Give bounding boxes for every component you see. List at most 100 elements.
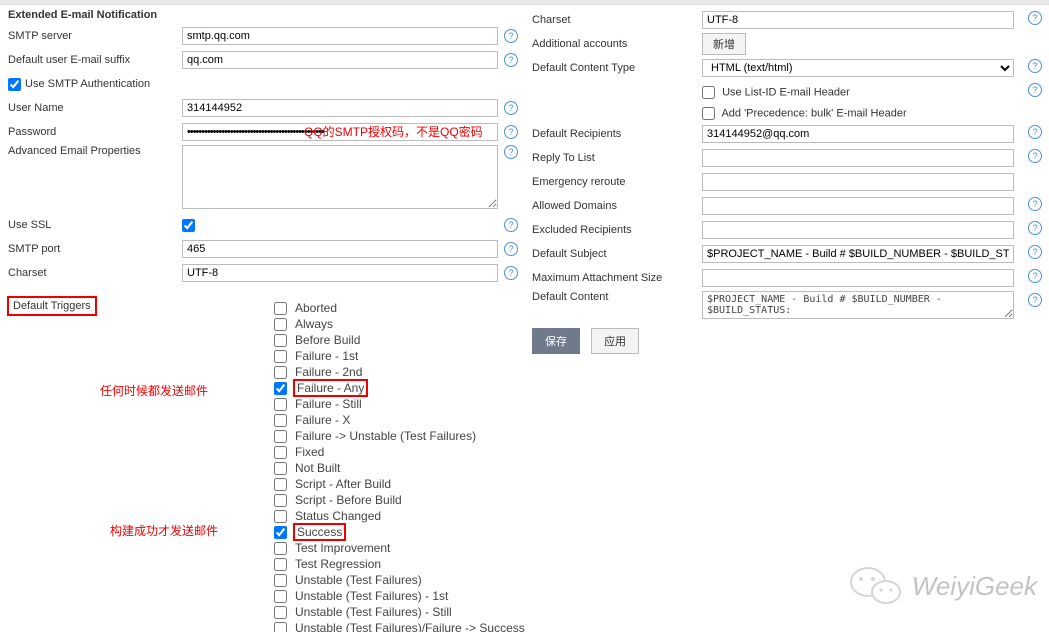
input-allowed-domains[interactable]	[702, 197, 1014, 215]
trigger-checkbox[interactable]	[274, 446, 287, 459]
trigger-label: Unstable (Test Failures) - Still	[295, 605, 452, 619]
triggers-list: AbortedAlwaysBefore BuildFailure - 1stFa…	[274, 300, 525, 632]
trigger-checkbox[interactable]	[274, 398, 287, 411]
trigger-item: Status Changed	[274, 508, 525, 524]
row-precedence: Add 'Precedence: bulk' E-mail Header	[532, 105, 1042, 121]
apply-button[interactable]: 应用	[591, 328, 639, 354]
trigger-item: Aborted	[274, 300, 525, 316]
trigger-checkbox[interactable]	[274, 526, 287, 539]
checkbox-use-ssl[interactable]	[182, 219, 195, 232]
help-icon[interactable]: ?	[1028, 125, 1042, 139]
label-max-attach: Maximum Attachment Size	[532, 272, 702, 284]
trigger-checkbox[interactable]	[274, 606, 287, 619]
trigger-label: Fixed	[295, 445, 324, 459]
row-charset-r: Charset ?	[532, 9, 1042, 31]
help-icon[interactable]: ?	[1028, 269, 1042, 283]
trigger-label: Unstable (Test Failures) - 1st	[295, 589, 448, 603]
add-account-button[interactable]: 新增	[702, 33, 746, 55]
help-icon[interactable]: ?	[1028, 293, 1042, 307]
help-icon[interactable]: ?	[504, 145, 518, 159]
trigger-checkbox[interactable]	[274, 318, 287, 331]
label-charset-r: Charset	[532, 14, 702, 26]
row-reply-to: Reply To List ?	[532, 147, 1042, 169]
input-charset-r[interactable]	[702, 11, 1014, 29]
help-icon[interactable]: ?	[1028, 59, 1042, 73]
trigger-item: Failure - Any	[274, 380, 525, 396]
trigger-item: Always	[274, 316, 525, 332]
trigger-label: Unstable (Test Failures)/Failure -> Succ…	[295, 621, 525, 632]
row-username: User Name ?	[8, 97, 518, 119]
help-icon[interactable]: ?	[1028, 221, 1042, 235]
input-reply-to[interactable]	[702, 149, 1014, 167]
input-charset[interactable]	[182, 264, 498, 282]
label-allowed-domains: Allowed Domains	[532, 200, 702, 212]
label-suffix: Default user E-mail suffix	[8, 54, 182, 66]
trigger-label: Always	[295, 317, 333, 331]
trigger-checkbox[interactable]	[274, 430, 287, 443]
textarea-default-content[interactable]: $PROJECT_NAME - Build # $BUILD_NUMBER - …	[702, 291, 1014, 319]
input-username[interactable]	[182, 99, 498, 117]
trigger-checkbox[interactable]	[274, 558, 287, 571]
label-default-recipients: Default Recipients	[532, 128, 702, 140]
label-use-ssl: Use SSL	[8, 219, 182, 231]
input-emergency[interactable]	[702, 173, 1014, 191]
row-default-subject: Default Subject ?	[532, 243, 1042, 265]
label-default-triggers: Default Triggers	[7, 296, 97, 316]
trigger-item: Failure - 1st	[274, 348, 525, 364]
help-icon[interactable]: ?	[504, 266, 518, 280]
trigger-checkbox[interactable]	[274, 302, 287, 315]
input-default-subject[interactable]	[702, 245, 1014, 263]
label-additional-accounts: Additional accounts	[532, 38, 702, 50]
checkbox-use-smtp-auth[interactable]	[8, 78, 21, 91]
trigger-item: Failure -> Unstable (Test Failures)	[274, 428, 525, 444]
help-icon[interactable]: ?	[504, 101, 518, 115]
trigger-checkbox[interactable]	[274, 494, 287, 507]
trigger-checkbox[interactable]	[274, 622, 287, 632]
wechat-icon	[850, 564, 902, 608]
textarea-adv-props[interactable]	[182, 145, 498, 209]
trigger-checkbox[interactable]	[274, 590, 287, 603]
row-buttons: 保存 应用	[532, 328, 1042, 354]
trigger-checkbox[interactable]	[274, 542, 287, 555]
input-excluded[interactable]	[702, 221, 1014, 239]
help-icon[interactable]: ?	[1028, 11, 1042, 25]
trigger-checkbox[interactable]	[274, 334, 287, 347]
trigger-checkbox[interactable]	[274, 462, 287, 475]
help-icon[interactable]: ?	[504, 53, 518, 67]
checkbox-listid[interactable]	[702, 86, 715, 99]
input-default-recipients[interactable]	[702, 125, 1014, 143]
trigger-checkbox[interactable]	[274, 510, 287, 523]
trigger-label: Success	[293, 523, 346, 541]
input-smtp-server[interactable]	[182, 27, 498, 45]
trigger-checkbox[interactable]	[274, 414, 287, 427]
checkbox-precedence[interactable]	[702, 107, 715, 120]
row-password: Password ? QQ的SMTP授权码，不是QQ密码	[8, 121, 518, 143]
row-adv-props: Advanced Email Properties ?	[8, 145, 518, 212]
input-max-attach[interactable]	[702, 269, 1014, 287]
input-smtp-port[interactable]	[182, 240, 498, 258]
label-use-smtp-auth: Use SMTP Authentication	[25, 78, 150, 90]
help-icon[interactable]: ?	[504, 29, 518, 43]
help-icon[interactable]: ?	[1028, 245, 1042, 259]
trigger-checkbox[interactable]	[274, 366, 287, 379]
help-icon[interactable]: ?	[504, 125, 518, 139]
help-icon[interactable]: ?	[504, 242, 518, 256]
input-suffix[interactable]	[182, 51, 498, 69]
select-default-content-type[interactable]: HTML (text/html)	[702, 59, 1014, 77]
help-icon[interactable]: ?	[1028, 197, 1042, 211]
watermark-text: WeiyiGeek	[912, 571, 1037, 602]
trigger-checkbox[interactable]	[274, 478, 287, 491]
trigger-label: Unstable (Test Failures)	[295, 573, 422, 587]
save-button[interactable]: 保存	[532, 328, 580, 354]
trigger-label: Failure - Still	[295, 397, 362, 411]
label-listid: Use List-ID E-mail Header	[722, 86, 850, 98]
help-icon[interactable]: ?	[1028, 149, 1042, 163]
label-default-content-type: Default Content Type	[532, 62, 702, 74]
help-icon[interactable]: ?	[1028, 83, 1042, 97]
trigger-label: Failure - Any	[293, 379, 368, 397]
trigger-checkbox[interactable]	[274, 382, 287, 395]
row-smtp-server: SMTP server ?	[8, 25, 518, 47]
help-icon[interactable]: ?	[504, 218, 518, 232]
trigger-checkbox[interactable]	[274, 350, 287, 363]
trigger-checkbox[interactable]	[274, 574, 287, 587]
